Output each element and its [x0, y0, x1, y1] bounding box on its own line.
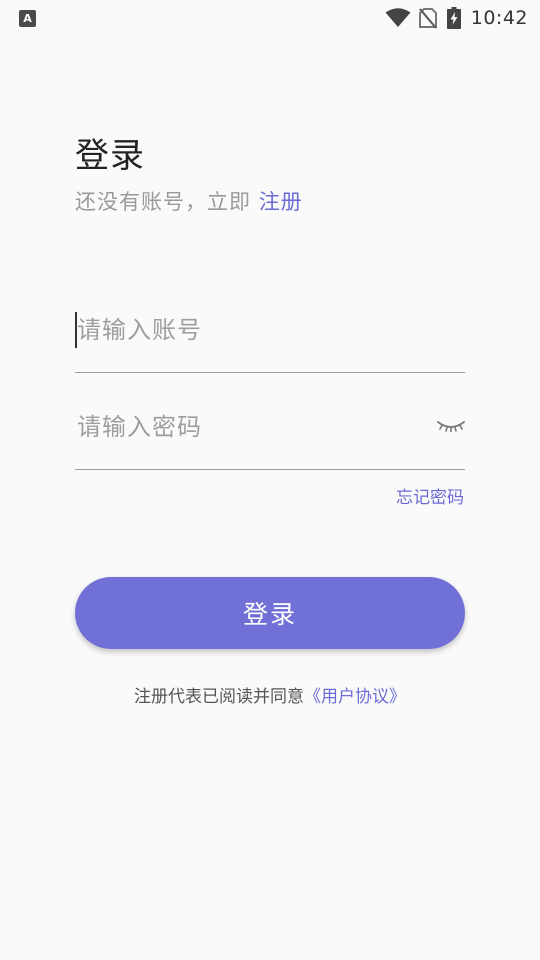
login-button[interactable]: 登录	[75, 577, 465, 649]
account-input[interactable]	[75, 310, 427, 350]
status-bar: A 10:42	[0, 0, 540, 36]
eye-closed-icon[interactable]	[437, 417, 465, 435]
password-input[interactable]	[75, 407, 427, 447]
status-icons: 10:42	[385, 6, 528, 30]
user-agreement-link[interactable]: 《用户协议》	[304, 687, 406, 707]
wifi-icon	[385, 8, 411, 27]
agreement-text: 注册代表已阅读并同意	[134, 687, 304, 707]
forgot-password-link[interactable]: 忘记密码	[396, 483, 464, 508]
clock: 10:42	[470, 7, 528, 29]
register-prompt: 还没有账号，立即 注册	[75, 186, 303, 216]
account-field[interactable]	[75, 310, 465, 373]
app-notification-icon: A	[19, 10, 36, 27]
register-prompt-text: 还没有账号，立即	[75, 190, 259, 214]
battery-charging-icon	[446, 7, 461, 29]
password-field[interactable]	[75, 407, 465, 470]
no-sim-icon	[418, 8, 437, 29]
agreement-notice: 注册代表已阅读并同意《用户协议》	[0, 682, 540, 707]
page-title: 登录	[75, 136, 145, 176]
text-cursor	[75, 312, 77, 348]
register-link[interactable]: 注册	[259, 190, 303, 214]
login-screen: A 10:42 登录 还没有账号，立即 注册 请输入账号 忘记密码 登录 注册代…	[0, 0, 540, 960]
